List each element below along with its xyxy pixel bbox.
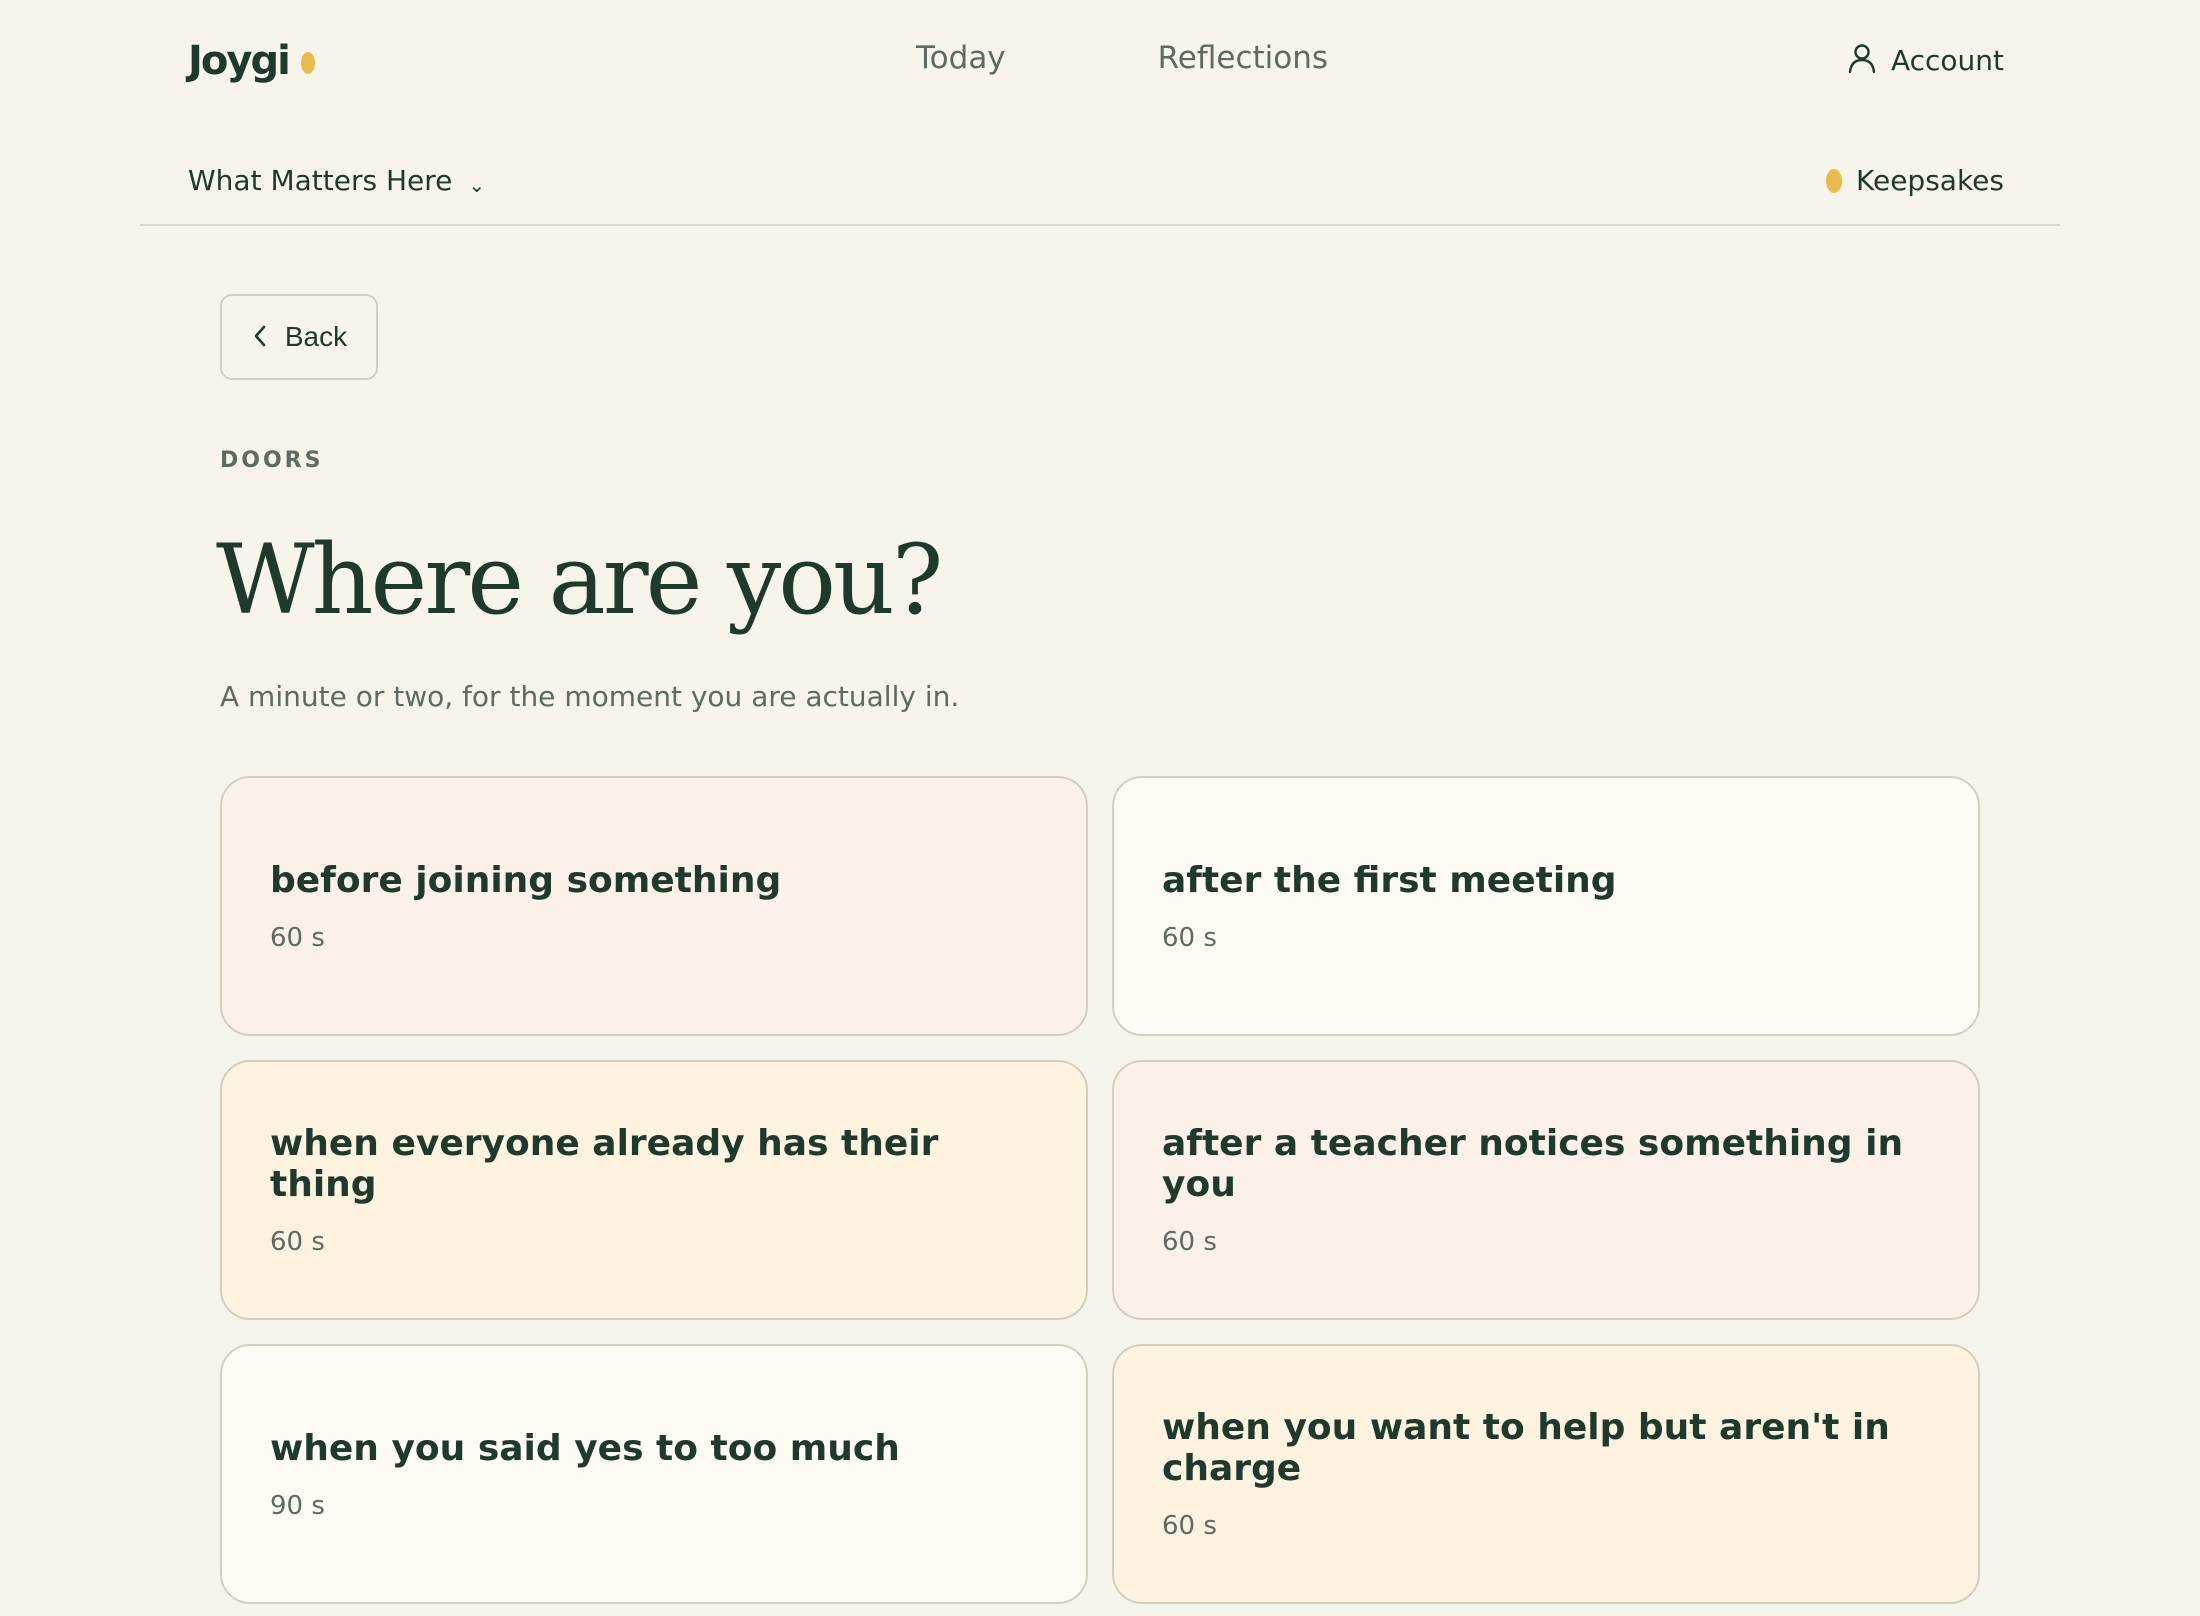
chevron-down-icon: ⌄ (468, 172, 486, 197)
logo-dot-icon (300, 52, 315, 74)
top-navigation: Joygi Today Reflections Account (0, 0, 2200, 130)
door-card-title: when you want to help but aren't in char… (1162, 1407, 1890, 1489)
door-card-duration: 60 s (1162, 1227, 1217, 1257)
section-dropdown-label: What Matters Here (188, 164, 453, 197)
door-card[interactable]: after the first meeting 60 s (1112, 776, 1980, 1036)
user-icon (1847, 42, 1877, 78)
back-label: Back (284, 321, 348, 352)
section-eyebrow: DOORS (220, 448, 324, 473)
section-dropdown[interactable]: What Matters Here ⌄ (188, 164, 485, 197)
door-card-duration: 90 s (270, 1490, 325, 1521)
door-card-title: after the first meeting (1162, 859, 1617, 901)
door-card-duration: 60 s (270, 922, 325, 953)
door-card-duration: 60 s (270, 1227, 325, 1257)
door-card-duration: 60 s (1162, 1511, 1217, 1541)
door-card-title: before joining something (270, 859, 782, 901)
logo-text: Joygi (188, 38, 291, 84)
door-card-title: when everyone already has their thing (270, 1123, 939, 1205)
nav-today[interactable]: Today (916, 40, 1006, 76)
door-card-title: after a teacher notices something in you (1162, 1123, 1904, 1205)
chevron-left-icon (251, 323, 269, 352)
nav-reflections[interactable]: Reflections (1158, 40, 1328, 76)
logo[interactable]: Joygi (188, 38, 315, 84)
door-card[interactable]: when everyone already has their thing 60… (220, 1060, 1088, 1320)
door-card[interactable]: when you said yes to too much 90 s (220, 1344, 1088, 1604)
keepsakes-label: Keepsakes (1856, 164, 2004, 197)
doors-grid: before joining something 60 s after the … (220, 776, 1980, 1604)
keepsakes-dot-icon (1826, 168, 1843, 193)
door-card-title: when you said yes to too much (270, 1427, 900, 1469)
back-button[interactable]: Back (220, 294, 378, 380)
section-bar: What Matters Here ⌄ Keepsakes (140, 130, 2060, 226)
page-title: Where are you? (216, 524, 943, 636)
page-subtitle: A minute or two, for the moment you are … (220, 680, 960, 713)
door-card[interactable]: when you want to help but aren't in char… (1112, 1344, 1980, 1604)
main-nav: Today Reflections (916, 40, 1328, 76)
keepsakes-link[interactable]: Keepsakes (1826, 164, 2004, 197)
account-label: Account (1890, 43, 2004, 77)
door-card-duration: 60 s (1162, 922, 1217, 953)
account-button[interactable]: Account (1847, 42, 2004, 78)
door-card[interactable]: before joining something 60 s (220, 776, 1088, 1036)
door-card[interactable]: after a teacher notices something in you… (1112, 1060, 1980, 1320)
